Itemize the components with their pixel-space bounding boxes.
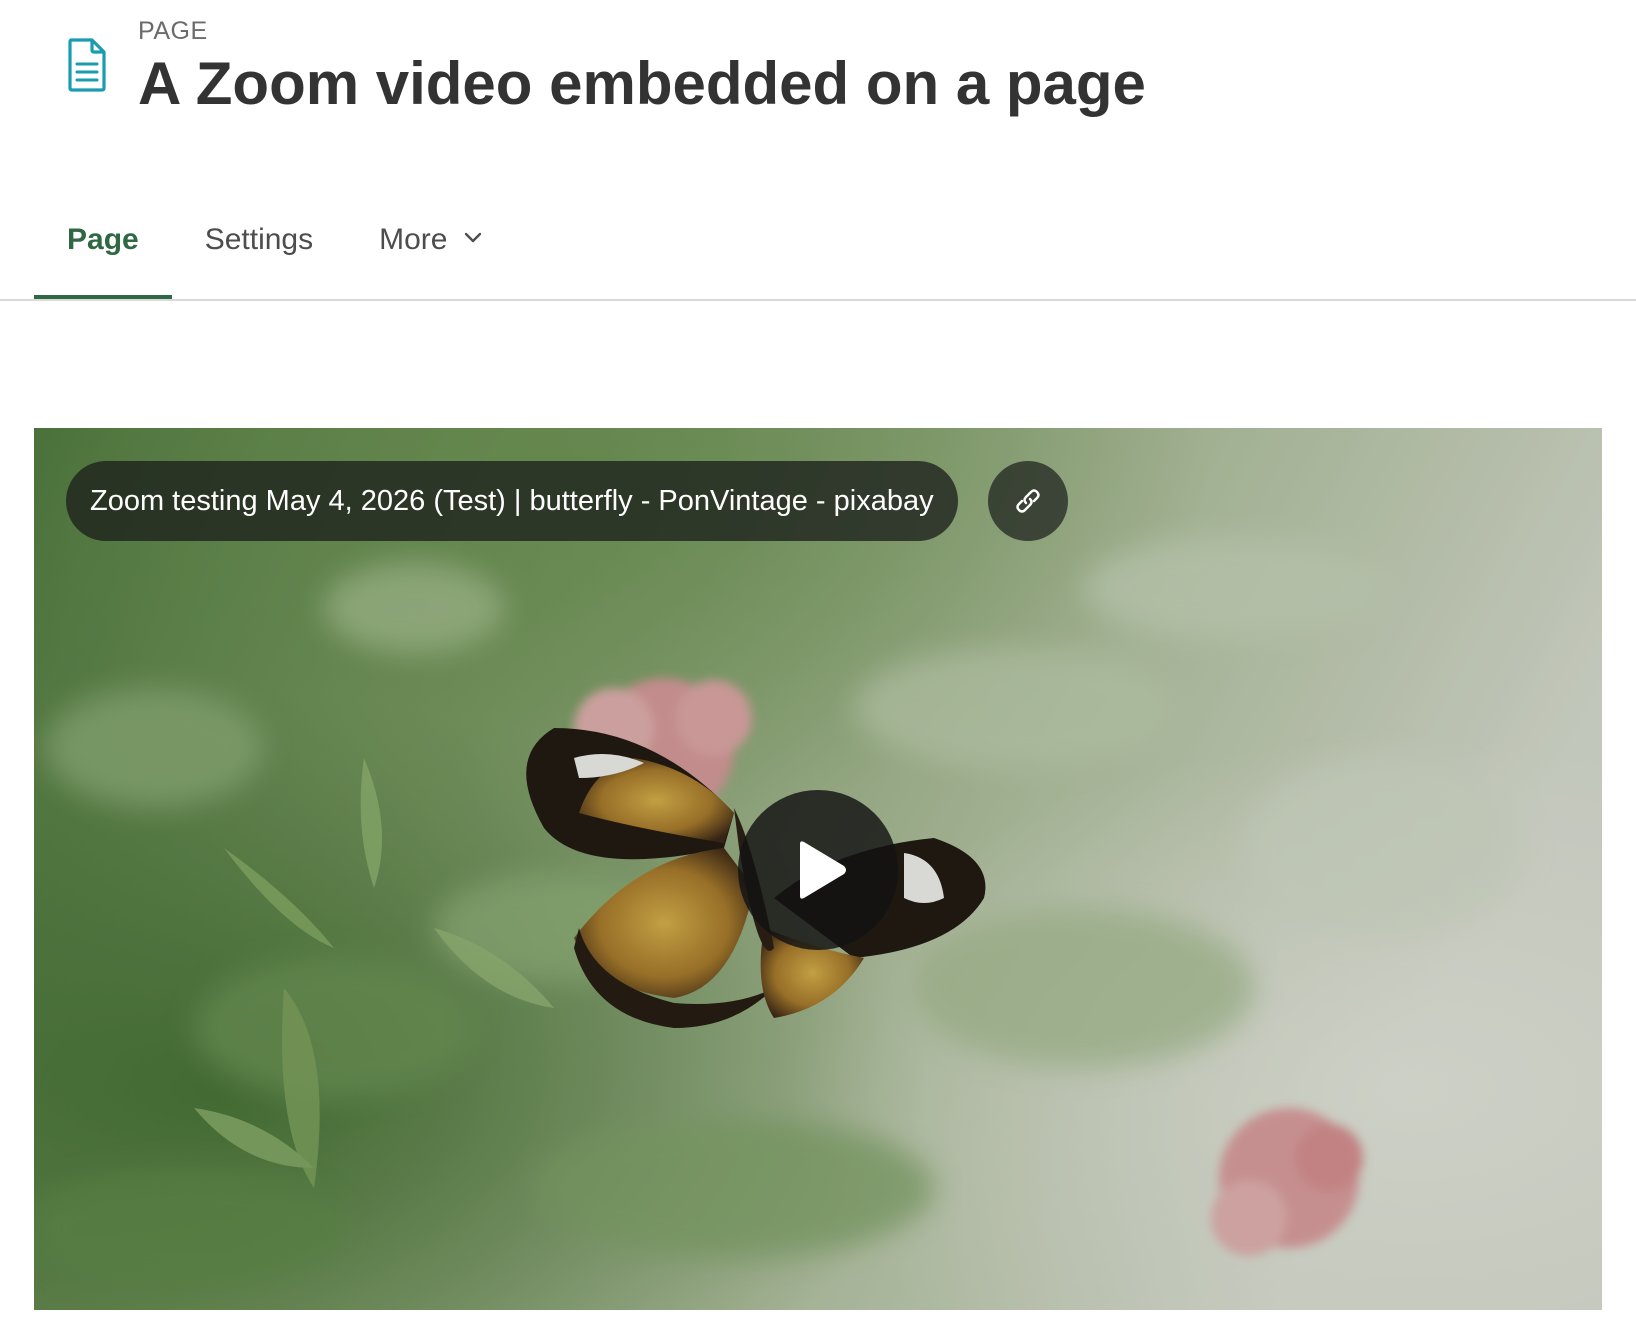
tabs-divider	[0, 299, 1636, 301]
link-icon	[1016, 489, 1040, 513]
play-button[interactable]	[738, 790, 898, 950]
tab-settings[interactable]: Settings	[172, 198, 346, 302]
document-icon	[68, 38, 106, 92]
zoom-video-embed[interactable]: Zoom testing May 4, 2026 (Test) | butter…	[34, 428, 1602, 1310]
page-title: A Zoom video embedded on a page	[138, 50, 1146, 117]
page-type-label: PAGE	[138, 17, 208, 45]
play-icon	[800, 841, 846, 899]
tab-page-label: Page	[67, 223, 139, 256]
video-title: Zoom testing May 4, 2026 (Test) | butter…	[66, 461, 958, 541]
tab-settings-label: Settings	[204, 223, 314, 256]
tab-more-label: More	[379, 223, 448, 256]
page-header: PAGE A Zoom video embedded on a page	[0, 0, 1636, 140]
page-tabs: Page Settings More	[34, 198, 515, 302]
tab-more[interactable]: More	[346, 198, 515, 302]
chevron-down-icon	[464, 232, 482, 243]
copy-link-button[interactable]	[988, 461, 1068, 541]
tab-page[interactable]: Page	[34, 198, 172, 302]
